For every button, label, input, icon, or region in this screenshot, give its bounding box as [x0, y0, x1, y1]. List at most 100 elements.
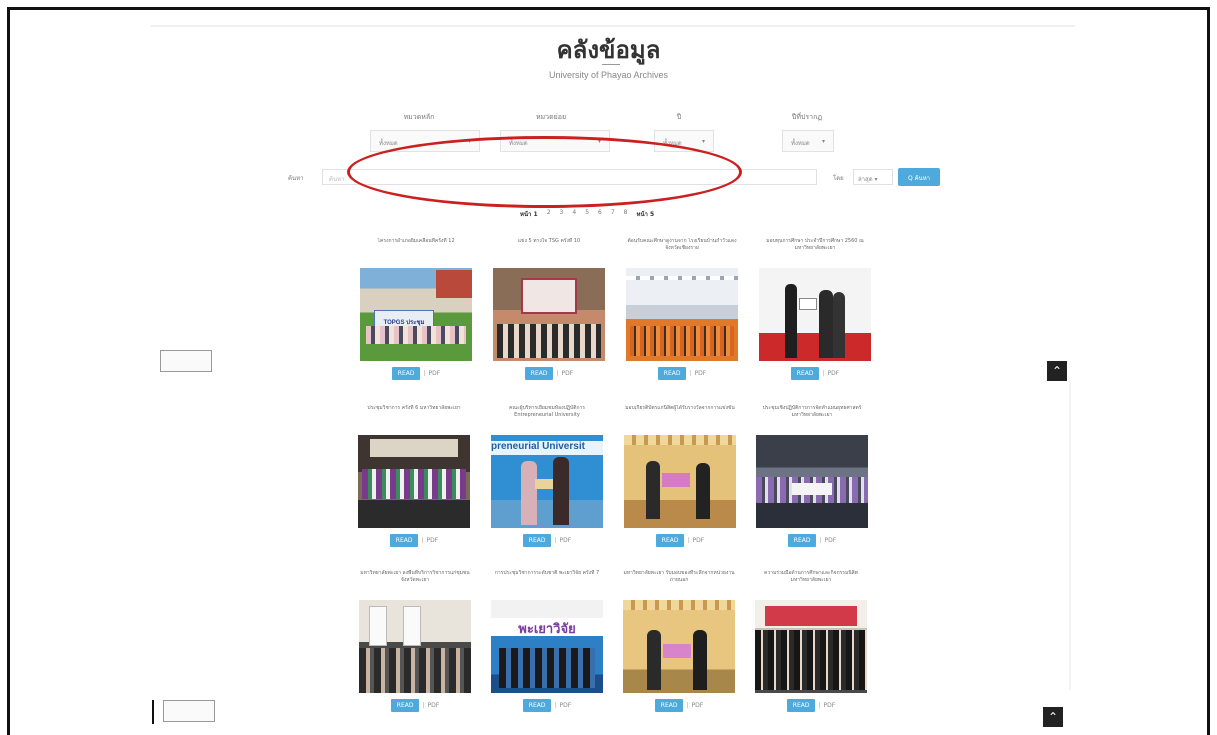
annotation-ellipse	[347, 136, 742, 208]
card-title: มหาวิทยาลัยพะเยา ลงพื้นที่บริการวิชาการแ…	[360, 570, 470, 583]
page-link[interactable]: 8	[624, 209, 628, 219]
back-to-top-button[interactable]: ⌃	[1047, 361, 1067, 381]
read-button[interactable]: READ	[524, 367, 554, 380]
card-actions: READ | PDF	[626, 367, 738, 381]
card-photo[interactable]	[626, 268, 738, 361]
action-separator: |	[687, 537, 690, 544]
card-actions: READ | PDF	[491, 699, 603, 713]
search-button[interactable]: Q ค้นหา	[898, 168, 940, 186]
back-to-top-button[interactable]: ⌃	[1043, 707, 1063, 727]
filter-published-year-label: ปีที่ปรากฏ	[791, 113, 823, 121]
card-title: มอบทุนการศึกษา ประจำปีการศึกษา 2560 ณ มห…	[766, 238, 864, 251]
pdf-link[interactable]: PDF	[828, 370, 840, 377]
card-photo[interactable]: preneurial Universit	[491, 435, 603, 528]
search-label: ค้นหา	[288, 175, 304, 182]
sort-label: โดย	[833, 175, 844, 182]
card-photo[interactable]	[493, 268, 605, 361]
pdf-link[interactable]: PDF	[692, 702, 704, 709]
archive-card: ประชุมวิชาการ ครั้งที่ 6 มหาวิทยาลัยพะเย…	[358, 405, 470, 548]
read-button[interactable]: READ	[522, 534, 552, 547]
pdf-link[interactable]: PDF	[560, 537, 572, 544]
chevron-up-icon: ⌃	[1047, 710, 1059, 724]
banner-text: พะเยาวิจัย	[491, 618, 603, 636]
title-divider	[602, 64, 620, 65]
card-photo[interactable]	[623, 600, 735, 693]
archive-card: มอบเกียรติบัตรแก่นิสิตผู้ได้รับรางวัลจาก…	[624, 405, 736, 548]
pdf-link[interactable]: PDF	[693, 537, 705, 544]
pdf-link[interactable]: PDF	[825, 537, 837, 544]
read-button[interactable]: READ	[786, 699, 816, 712]
card-actions: READ | PDF	[755, 699, 867, 713]
card-photo[interactable]: TOPGS ประชุม	[360, 268, 472, 361]
action-separator: |	[686, 702, 689, 709]
action-separator: |	[554, 702, 557, 709]
archive-card: คณะผู้บริหารเยี่ยมชมห้องปฏิบัติการ Entre…	[491, 405, 603, 548]
card-actions: READ | PDF	[358, 534, 470, 548]
card-photo[interactable]	[756, 435, 868, 528]
card-photo[interactable]	[358, 435, 470, 528]
stats-box	[160, 350, 212, 372]
card-title: ต้อนรับคณะศึกษาดูงานจาก โรงเรียนบ้านถ้ำว…	[627, 238, 737, 251]
card-actions: READ | PDF	[493, 367, 605, 381]
page-last[interactable]: หน้า 5	[637, 209, 655, 219]
action-separator: |	[554, 537, 557, 544]
archive-card: โครงการอำเภอยิ้มเคลื่อนที่ครั้งที่ 12 TO…	[360, 238, 472, 381]
read-button[interactable]: READ	[787, 534, 817, 547]
card-actions: READ | PDF	[491, 534, 603, 548]
card-actions: READ | PDF	[360, 367, 472, 381]
action-separator: |	[819, 537, 822, 544]
card-actions: READ | PDF	[759, 367, 871, 381]
scrollbar-track[interactable]	[1069, 380, 1071, 690]
action-separator: |	[556, 370, 559, 377]
card-photo[interactable]	[755, 600, 867, 693]
sort-select[interactable]: ล่าสุด ▾	[853, 169, 893, 185]
card-photo[interactable]: พะเยาวิจัย	[491, 600, 603, 693]
card-photo[interactable]	[624, 435, 736, 528]
archive-card: ประชุมเชิงปฏิบัติการการจัดทำแผนยุทธศาสตร…	[756, 405, 868, 548]
read-button[interactable]: READ	[389, 534, 419, 547]
read-button[interactable]: READ	[522, 699, 552, 712]
page-subtitle: University of Phayao Archives	[548, 70, 669, 80]
read-button[interactable]: READ	[657, 367, 687, 380]
archive-card: มหาวิทยาลัยพะเยา ลงพื้นที่บริการวิชาการแ…	[359, 570, 471, 713]
card-photo[interactable]	[359, 600, 471, 693]
page-first[interactable]: หน้า 1	[520, 209, 538, 219]
pdf-link[interactable]: PDF	[427, 537, 439, 544]
card-title: โครงการอำเภอยิ้มเคลื่อนที่ครั้งที่ 12	[377, 238, 455, 244]
action-separator: |	[689, 370, 692, 377]
chevron-up-icon: ⌃	[1051, 364, 1063, 378]
page-top-edge	[150, 25, 1075, 27]
read-button[interactable]: READ	[790, 367, 820, 380]
page-link[interactable]: 3	[560, 209, 564, 219]
card-title: แข่ง 5 ทางใจ TSG ครั้งที่ 10	[517, 238, 581, 244]
page-link[interactable]: 5	[585, 209, 589, 219]
filter-main-category-label: หมวดหลัก	[403, 113, 435, 121]
read-button[interactable]: READ	[390, 699, 420, 712]
pdf-link[interactable]: PDF	[429, 370, 441, 377]
pdf-link[interactable]: PDF	[428, 702, 440, 709]
page-link[interactable]: 7	[611, 209, 615, 219]
card-title: ความร่วมมือด้านการศึกษาและกิจกรรมนิสิต ม…	[764, 570, 858, 583]
action-separator: |	[818, 702, 821, 709]
pdf-link[interactable]: PDF	[824, 702, 836, 709]
page-link[interactable]: 6	[598, 209, 602, 219]
page-link[interactable]: 4	[572, 209, 576, 219]
card-title: ประชุมเชิงปฏิบัติการการจัดทำแผนยุทธศาสตร…	[762, 405, 862, 418]
read-button[interactable]: READ	[654, 699, 684, 712]
action-separator: |	[422, 702, 425, 709]
pdf-link[interactable]: PDF	[562, 370, 574, 377]
read-button[interactable]: READ	[391, 367, 421, 380]
filter-published-year-select[interactable]: ทั้งหมด ▾	[782, 130, 834, 152]
card-photo[interactable]	[759, 268, 871, 361]
archive-card: มอบทุนการศึกษา ประจำปีการศึกษา 2560 ณ มห…	[759, 238, 871, 381]
read-button[interactable]: READ	[655, 534, 685, 547]
archive-card: ต้อนรับคณะศึกษาดูงานจาก โรงเรียนบ้านถ้ำว…	[626, 238, 738, 381]
card-actions: READ | PDF	[359, 699, 471, 713]
action-separator: |	[423, 370, 426, 377]
pdf-link[interactable]: PDF	[695, 370, 707, 377]
pdf-link[interactable]: PDF	[560, 702, 572, 709]
card-actions: READ | PDF	[624, 534, 736, 548]
page-link[interactable]: 2	[547, 209, 551, 219]
chevron-down-icon: ▾	[821, 138, 825, 145]
card-actions: READ | PDF	[756, 534, 868, 548]
